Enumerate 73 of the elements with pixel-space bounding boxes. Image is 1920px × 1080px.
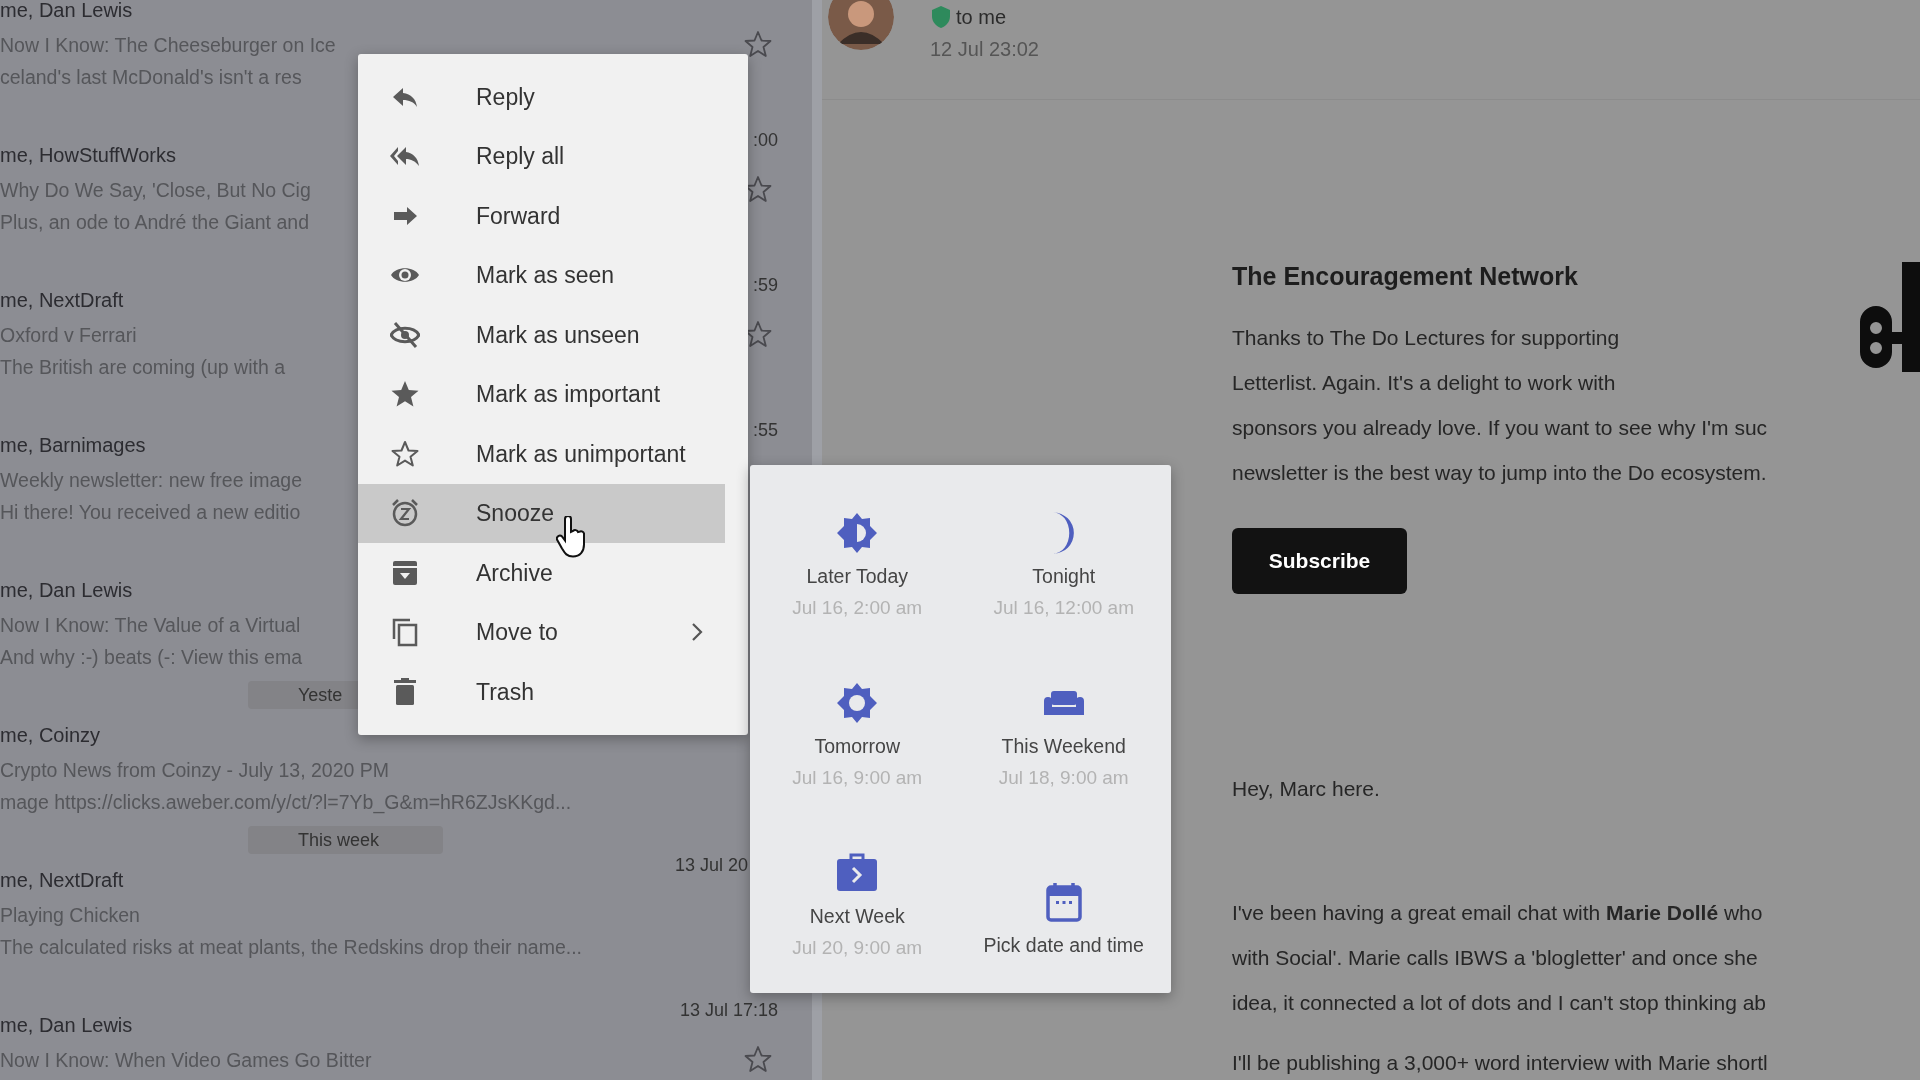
option-label: Tonight — [1032, 564, 1096, 589]
avatar — [828, 0, 894, 50]
message-subject: Oxford v Ferrari — [0, 323, 137, 348]
paragraph: I've been having a great email chat with Marie Dollé who with Social'. Marie calls IBWS a 'blogletter' and once she idea, it connected a lot of dots and I can't stop thinking ab — [1232, 900, 1768, 1016]
snooze-option[interactable]: Tomorrow Jul 16, 9:00 am — [754, 665, 961, 835]
half-sun-icon — [835, 511, 880, 555]
message-subject: Crypto News from Coinzy - July 13, 2020 PM — [0, 758, 390, 783]
sender-name: me, Dan Lewis — [0, 1013, 133, 1038]
menu-item[interactable]: Mark as seen — [358, 245, 725, 305]
message-preview: Hi there! You received a new editio — [0, 500, 301, 525]
message-subject: Now I Know: When Video Games Go Bitter — [0, 1048, 372, 1073]
snooze-option[interactable]: Later Today Jul 16, 2:00 am — [754, 495, 961, 665]
paragraph: Thanks to The Do Lectures for supporting Letterlist. Again. It's a delight to work with sponsors you already love. If you want to see why I'm suc newsletter is the best way to jump into the Do ecosystem. — [1232, 325, 1769, 486]
message-subject: Now I Know: The Cheeseburger on Ice — [0, 33, 336, 58]
menu-item[interactable]: Forward — [358, 186, 725, 246]
logo-icon — [1858, 262, 1920, 372]
message-preview: mage https://clicks.aweber.com/y/ct/?l=7Yb_G&m=hR6ZJsKKgd... — [0, 790, 572, 816]
sun-icon — [835, 681, 880, 725]
star-outline-icon — [390, 438, 420, 469]
menu-item[interactable]: Snooze — [358, 483, 725, 543]
option-label: Later Today — [806, 564, 908, 589]
menu-item[interactable]: Reply — [358, 67, 725, 127]
snooze-option[interactable]: Pick date and time — [960, 835, 1167, 1005]
paragraph: I'll be publishing a 3,000+ word interview with Marie shortl — [1232, 1050, 1769, 1076]
menu-item[interactable]: Reply all — [358, 126, 725, 186]
snooze-option[interactable]: Tonight Jul 16, 12:00 am — [960, 495, 1167, 665]
message-date: 13 Jul 20 — [674, 854, 748, 877]
recipient-text: to me — [956, 5, 1007, 30]
star-outline-icon[interactable] — [744, 30, 772, 58]
sender-name: me, NextDraft — [0, 288, 124, 313]
message-subject: Why Do We Say, 'Close, But No Cig — [0, 178, 311, 203]
menu-item[interactable]: Mark as unseen — [358, 305, 725, 365]
hand-cursor-icon — [556, 516, 586, 558]
sender-name: me, Coinzy — [0, 723, 101, 748]
sender-name: me, Dan Lewis — [0, 578, 133, 603]
message-subject: Playing Chicken — [0, 903, 140, 928]
greeting-text: Hey, Marc here. — [1232, 776, 1381, 802]
crossed-eye-icon — [390, 319, 420, 350]
message-subject: Weekly newsletter: new free image — [0, 468, 303, 493]
snooze-option[interactable]: This Weekend Jul 18, 9:00 am — [960, 665, 1167, 835]
option-time: Jul 18, 9:00 am — [998, 766, 1129, 790]
message-date: 13 Jul 17:18 — [679, 999, 778, 1022]
sender-name: me, Dan Lewis — [0, 0, 133, 23]
sender-name: me, Barnimages — [0, 433, 146, 458]
message-preview: The calculated risks at meat plants, the Redskins drop their name... — [0, 935, 583, 960]
option-label: Tomorrow — [814, 734, 901, 759]
option-label: This Weekend — [1001, 734, 1126, 759]
message-date: 12 Jul 23:02 — [930, 37, 1040, 62]
message-date: :55 — [752, 419, 778, 442]
menu-item[interactable]: Move to — [358, 602, 725, 662]
option-time: Jul 16, 9:00 am — [792, 766, 923, 790]
shield-icon — [930, 5, 952, 29]
option-label: Pick date and time — [983, 933, 1144, 958]
message-preview: Plus, an ode to André the Giant and — [0, 210, 309, 235]
star-outline-icon[interactable] — [744, 1045, 772, 1073]
option-time: Jul 16, 12:00 am — [993, 596, 1134, 620]
copy-icon — [390, 617, 420, 648]
subscribe-button[interactable]: Subscribe — [1232, 528, 1407, 594]
message-heading: The Encouragement Network — [1232, 261, 1579, 292]
message-preview: celand's last McDonald's isn't a res — [0, 65, 302, 90]
alarm-clock-icon — [390, 498, 420, 529]
message-preview: And why :-) beats (-: View this ema — [0, 645, 302, 670]
sender-name: me, HowStuffWorks — [0, 143, 176, 168]
menu-item[interactable]: Mark as unimportant — [358, 424, 725, 484]
message-date: :59 — [752, 274, 778, 297]
message-preview: The British are coming (up with a — [0, 355, 286, 380]
sender-name: me, NextDraft — [0, 868, 124, 893]
menu-item[interactable]: Mark as important — [358, 364, 725, 424]
option-time: Jul 16, 2:00 am — [792, 596, 923, 620]
message-subject: Now I Know: The Value of a Virtual — [0, 613, 301, 638]
option-label: Next Week — [809, 904, 905, 929]
message-date: :00 — [752, 129, 778, 152]
option-time: Jul 20, 9:00 am — [792, 936, 923, 960]
